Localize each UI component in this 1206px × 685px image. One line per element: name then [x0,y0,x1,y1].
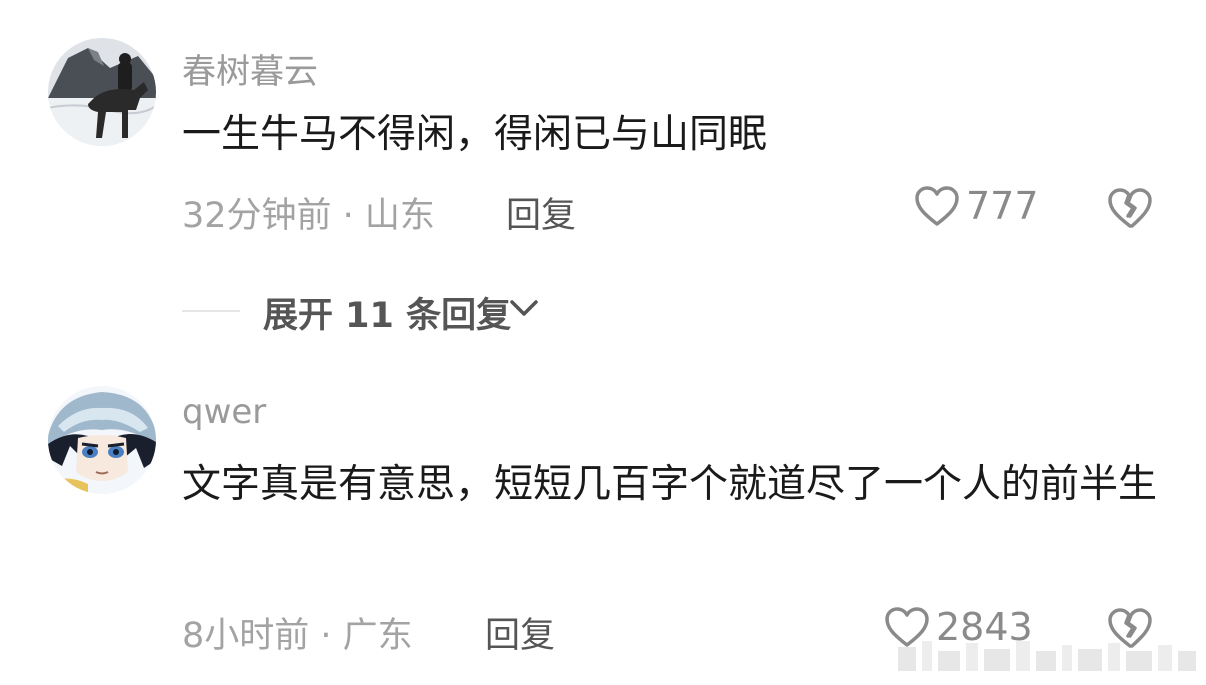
comment-username[interactable]: 春树暮云 [182,44,318,93]
chevron-down-icon [508,295,540,325]
comment-text: 一生牛马不得闲，得闲已与山同眠 [182,112,768,157]
expand-replies-label: 展开 11 条回复 [263,296,512,336]
reply-button[interactable]: 回复 [485,607,555,658]
like-count: 777 [966,184,1039,228]
dislike-button[interactable] [1106,186,1154,230]
comment-text: 文字真是有意思，短短几百字个就道尽了一个人的前半生 [182,462,1158,507]
expand-replies-button[interactable]: 展开 11 条回复 [0,283,1206,337]
comment-time-location: 8小时前 · 广东 [182,616,413,656]
avatar[interactable] [48,38,156,146]
comment-username[interactable]: qwer [182,392,266,432]
comment-time-location: 32分钟前 · 山东 [182,196,435,236]
reply-button[interactable]: 回复 [506,187,576,238]
broken-heart-icon [1106,186,1154,230]
watermark-graphic [898,637,1198,677]
avatar[interactable] [48,386,156,494]
like-button[interactable]: 777 [914,184,1039,228]
divider [182,310,240,312]
heart-outline-icon [914,185,960,227]
